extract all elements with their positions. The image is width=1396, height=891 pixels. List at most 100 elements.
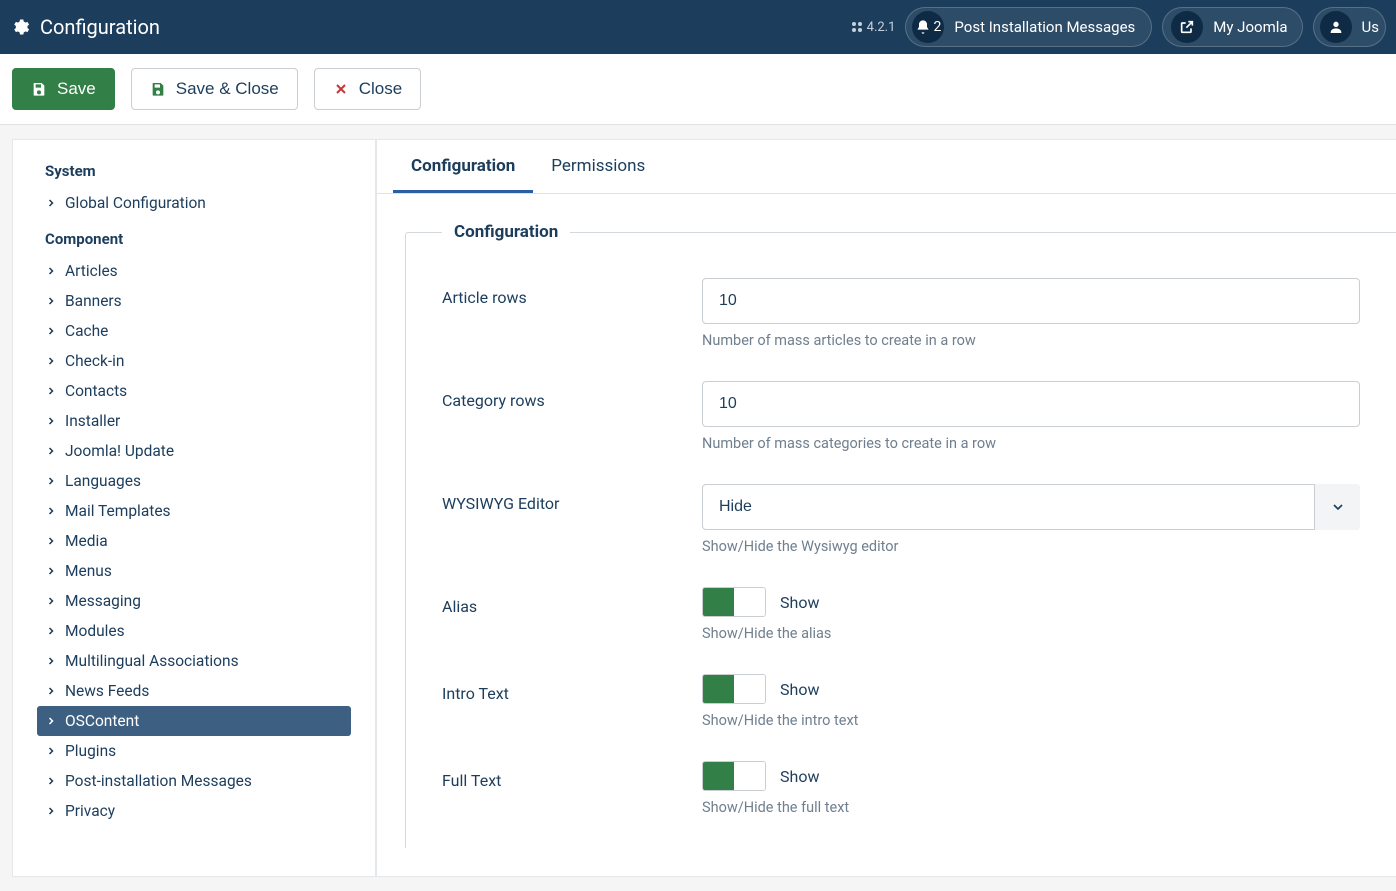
sidebar-item-label: Joomla! Update bbox=[65, 442, 174, 460]
sidebar-item-check-in[interactable]: Check-in bbox=[37, 346, 351, 376]
chevron-right-icon bbox=[45, 655, 57, 667]
tab-permissions[interactable]: Permissions bbox=[533, 140, 663, 193]
chevron-right-icon bbox=[45, 745, 57, 757]
sidebar-item-articles[interactable]: Articles bbox=[37, 256, 351, 286]
sidebar-item-label: Installer bbox=[65, 412, 120, 430]
sidebar-item-label: Plugins bbox=[65, 742, 116, 760]
sidebar-item-contacts[interactable]: Contacts bbox=[37, 376, 351, 406]
page-title: Configuration bbox=[40, 15, 160, 39]
chevron-right-icon bbox=[45, 535, 57, 547]
sidebar-item-label: Modules bbox=[65, 622, 125, 640]
sidebar-item-mail-templates[interactable]: Mail Templates bbox=[37, 496, 351, 526]
chevron-right-icon bbox=[45, 415, 57, 427]
sidebar-heading-component: Component bbox=[45, 230, 343, 248]
select-wysiwyg-value[interactable] bbox=[702, 484, 1360, 530]
save-close-label: Save & Close bbox=[176, 79, 279, 99]
help-full-text: Show/Hide the full text bbox=[702, 799, 1360, 816]
post-install-label: Post Installation Messages bbox=[954, 18, 1135, 36]
notification-count: 2 bbox=[933, 19, 941, 35]
chevron-right-icon bbox=[45, 355, 57, 367]
sidebar-item-plugins[interactable]: Plugins bbox=[37, 736, 351, 766]
help-wysiwyg: Show/Hide the Wysiwyg editor bbox=[702, 538, 1360, 555]
version-badge: 4.2.1 bbox=[851, 20, 896, 35]
chevron-right-icon bbox=[45, 775, 57, 787]
chevron-right-icon bbox=[45, 385, 57, 397]
select-wysiwyg[interactable] bbox=[702, 484, 1360, 530]
sidebar-item-label: News Feeds bbox=[65, 682, 149, 700]
help-category-rows: Number of mass categories to create in a… bbox=[702, 435, 1360, 452]
chevron-right-icon bbox=[45, 265, 57, 277]
tab-configuration[interactable]: Configuration bbox=[393, 140, 533, 193]
sidebar-item-label: Cache bbox=[65, 322, 108, 340]
label-wysiwyg: WYSIWYG Editor bbox=[442, 484, 702, 555]
help-article-rows: Number of mass articles to create in a r… bbox=[702, 332, 1360, 349]
sidebar-item-label: Mail Templates bbox=[65, 502, 171, 520]
sidebar-item-label: Global Configuration bbox=[65, 194, 206, 212]
sidebar-item-modules[interactable]: Modules bbox=[37, 616, 351, 646]
sidebar-item-global-configuration[interactable]: Global Configuration bbox=[37, 188, 351, 218]
sidebar-item-privacy[interactable]: Privacy bbox=[37, 796, 351, 826]
sidebar-item-banners[interactable]: Banners bbox=[37, 286, 351, 316]
sidebar-item-menus[interactable]: Menus bbox=[37, 556, 351, 586]
chevron-right-icon bbox=[45, 625, 57, 637]
save-label: Save bbox=[57, 79, 96, 99]
sidebar-item-news-feeds[interactable]: News Feeds bbox=[37, 676, 351, 706]
post-install-messages-button[interactable]: 2 Post Installation Messages bbox=[905, 7, 1152, 47]
external-link-icon bbox=[1179, 19, 1195, 35]
help-alias: Show/Hide the alias bbox=[702, 625, 1360, 642]
sidebar-item-cache[interactable]: Cache bbox=[37, 316, 351, 346]
sidebar-item-post-installation-messages[interactable]: Post-installation Messages bbox=[37, 766, 351, 796]
close-button[interactable]: Close bbox=[314, 68, 421, 110]
content-panel: Configuration Permissions Configuration … bbox=[376, 139, 1396, 877]
sidebar-item-label: Languages bbox=[65, 472, 141, 490]
sidebar-item-messaging[interactable]: Messaging bbox=[37, 586, 351, 616]
sidebar-item-label: Post-installation Messages bbox=[65, 772, 252, 790]
chevron-right-icon bbox=[45, 295, 57, 307]
sidebar-item-oscontent[interactable]: OSContent bbox=[37, 706, 351, 736]
toggle-intro-state: Show bbox=[780, 680, 819, 699]
sidebar-item-label: Check-in bbox=[65, 352, 124, 370]
sidebar-heading-system: System bbox=[45, 162, 343, 180]
configuration-fieldset: Configuration Article rows Number of mas… bbox=[405, 222, 1396, 848]
chevron-right-icon bbox=[45, 715, 57, 727]
save-close-button[interactable]: Save & Close bbox=[131, 68, 298, 110]
toggle-full-state: Show bbox=[780, 767, 819, 786]
label-category-rows: Category rows bbox=[442, 381, 702, 452]
save-button[interactable]: Save bbox=[12, 68, 115, 110]
topbar: Configuration 4.2.1 2 Post Installation … bbox=[0, 0, 1396, 54]
toggle-alias[interactable] bbox=[702, 587, 766, 617]
user-label: Us bbox=[1362, 18, 1379, 36]
user-menu-button[interactable]: Us bbox=[1313, 7, 1386, 47]
sidebar-item-languages[interactable]: Languages bbox=[37, 466, 351, 496]
chevron-right-icon bbox=[45, 505, 57, 517]
sidebar-item-label: Privacy bbox=[65, 802, 115, 820]
bell-icon bbox=[915, 19, 931, 35]
save-icon bbox=[31, 81, 47, 97]
toggle-alias-state: Show bbox=[780, 593, 819, 612]
label-alias: Alias bbox=[442, 587, 702, 642]
help-intro-text: Show/Hide the intro text bbox=[702, 712, 1360, 729]
site-name-label: My Joomla bbox=[1213, 18, 1287, 36]
sidebar-item-label: OSContent bbox=[65, 712, 139, 730]
sidebar-item-label: Articles bbox=[65, 262, 118, 280]
sidebar-item-multilingual-associations[interactable]: Multilingual Associations bbox=[37, 646, 351, 676]
toggle-intro-text[interactable] bbox=[702, 674, 766, 704]
input-category-rows[interactable] bbox=[702, 381, 1360, 427]
chevron-right-icon bbox=[45, 197, 57, 209]
sidebar-item-label: Contacts bbox=[65, 382, 127, 400]
sidebar-item-label: Menus bbox=[65, 562, 112, 580]
close-label: Close bbox=[359, 79, 402, 99]
gear-icon bbox=[10, 17, 30, 37]
tabs: Configuration Permissions bbox=[377, 140, 1396, 194]
toggle-full-text[interactable] bbox=[702, 761, 766, 791]
sidebar-item-installer[interactable]: Installer bbox=[37, 406, 351, 436]
input-article-rows[interactable] bbox=[702, 278, 1360, 324]
label-intro-text: Intro Text bbox=[442, 674, 702, 729]
version-text: 4.2.1 bbox=[867, 20, 896, 35]
chevron-right-icon bbox=[45, 565, 57, 577]
label-article-rows: Article rows bbox=[442, 278, 702, 349]
sidebar-item-media[interactable]: Media bbox=[37, 526, 351, 556]
sidebar-item-joomla-update[interactable]: Joomla! Update bbox=[37, 436, 351, 466]
label-full-text: Full Text bbox=[442, 761, 702, 816]
frontend-link-button[interactable]: My Joomla bbox=[1162, 7, 1302, 47]
